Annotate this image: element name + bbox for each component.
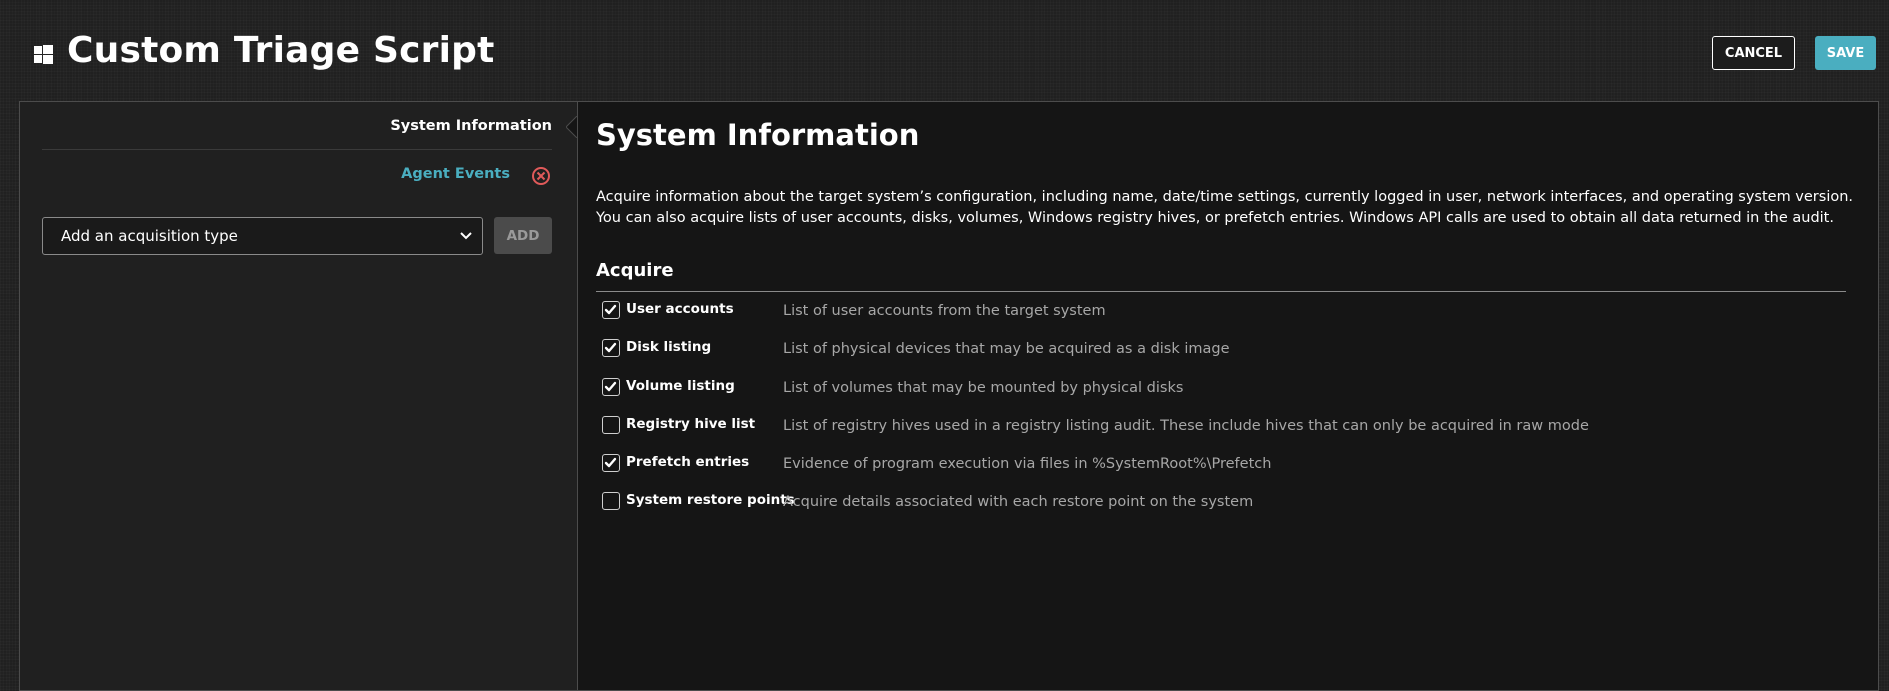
option-label: Volume listing xyxy=(626,378,735,394)
option-label: Prefetch entries xyxy=(626,454,750,470)
checkmark-icon xyxy=(604,304,617,315)
option-label: Registry hive list xyxy=(626,416,756,432)
acquisition-type-value: Add an acquisition type xyxy=(61,227,238,245)
option-description: List of user accounts from the target sy… xyxy=(783,303,1106,319)
option-description: List of registry hives used in a registr… xyxy=(783,418,1589,434)
sidebar-item-agent-events[interactable]: Agent Events xyxy=(401,166,510,182)
checkmark-icon xyxy=(604,457,617,468)
checkmark-icon xyxy=(604,381,617,392)
cancel-button[interactable]: CANCEL xyxy=(1712,36,1795,70)
header: Custom Triage Script CANCEL SAVE xyxy=(0,0,1889,102)
remove-circle-icon[interactable] xyxy=(531,166,551,186)
acquire-option-volume-listing: Volume listing List of volumes that may … xyxy=(602,378,1862,402)
checkbox-volume-listing[interactable] xyxy=(602,378,620,396)
acquire-option-registry-hive-list: Registry hive list List of registry hive… xyxy=(602,416,1862,440)
save-button[interactable]: SAVE xyxy=(1815,36,1876,70)
acquire-option-prefetch-entries: Prefetch entries Evidence of program exe… xyxy=(602,454,1862,478)
sidebar-item-system-information[interactable]: System Information xyxy=(390,118,552,134)
sidebar-divider xyxy=(42,149,552,150)
active-pointer-icon xyxy=(566,116,578,138)
acquire-option-user-accounts: User accounts List of user accounts from… xyxy=(602,301,1862,325)
option-label: System restore points xyxy=(626,492,795,508)
checkmark-icon xyxy=(604,342,617,353)
sidebar: System Information Agent Events Add an a… xyxy=(20,102,578,690)
option-description: Acquire details associated with each res… xyxy=(783,494,1254,510)
acquire-option-system-restore-points: System restore points Acquire details as… xyxy=(602,492,1862,516)
section-title: System Information xyxy=(596,118,920,152)
windows-icon xyxy=(34,45,53,64)
option-description: Evidence of program execution via files … xyxy=(783,456,1272,472)
checkbox-system-restore-points[interactable] xyxy=(602,492,620,510)
option-description: List of volumes that may be mounted by p… xyxy=(783,380,1184,396)
checkbox-registry-hive-list[interactable] xyxy=(602,416,620,434)
acquire-divider xyxy=(596,291,1846,292)
option-description: List of physical devices that may be acq… xyxy=(783,341,1230,357)
checkbox-user-accounts[interactable] xyxy=(602,301,620,319)
checkbox-disk-listing[interactable] xyxy=(602,339,620,357)
section-description: Acquire information about the target sys… xyxy=(596,189,1854,226)
option-label: User accounts xyxy=(626,301,734,317)
option-label: Disk listing xyxy=(626,339,712,355)
main-panel: System Information Agent Events Add an a… xyxy=(19,101,1879,691)
chevron-down-icon xyxy=(460,232,472,240)
add-button[interactable]: ADD xyxy=(494,217,552,254)
acquire-option-disk-listing: Disk listing List of physical devices th… xyxy=(602,339,1862,363)
acquire-heading: Acquire xyxy=(596,260,674,281)
page-title: Custom Triage Script xyxy=(67,30,495,71)
checkbox-prefetch-entries[interactable] xyxy=(602,454,620,472)
acquisition-type-select[interactable]: Add an acquisition type xyxy=(42,217,483,255)
